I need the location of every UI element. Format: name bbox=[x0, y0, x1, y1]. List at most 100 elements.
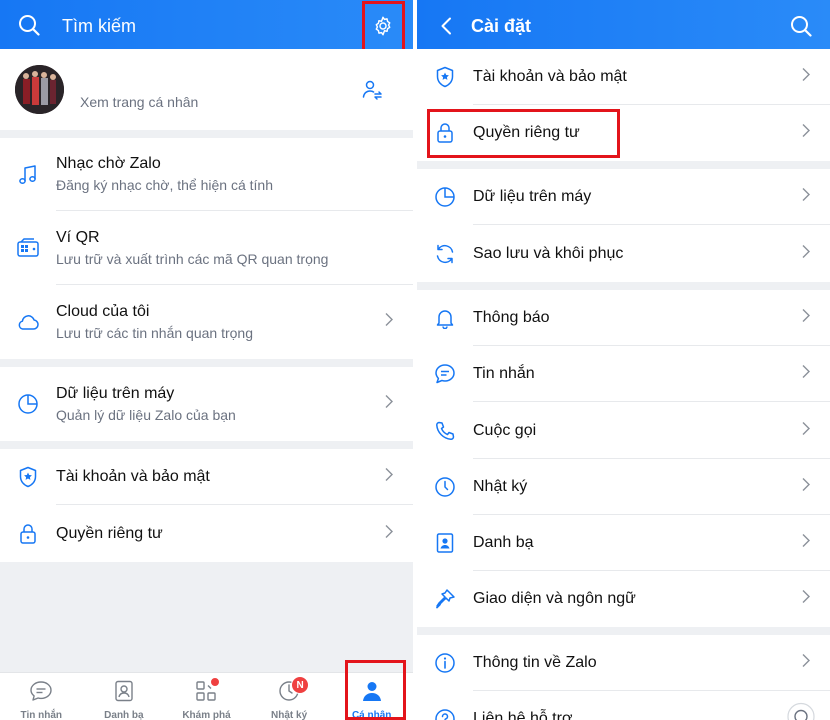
chevron-right-icon bbox=[802, 68, 810, 87]
nav-label: Nhật ký bbox=[271, 710, 308, 720]
nav-label: Danh bạ bbox=[104, 710, 144, 720]
chevron-right-icon bbox=[802, 124, 810, 143]
settings-item-label: Quyền riêng tư bbox=[473, 124, 580, 141]
settings-item-label: Nhật ký bbox=[473, 478, 528, 495]
chevron-right-icon bbox=[802, 654, 810, 673]
settings-item-label: Tài khoản và bảo mật bbox=[473, 68, 627, 85]
phone-icon bbox=[417, 420, 473, 442]
menu-item-qr-wallet[interactable]: Ví QR Lưu trữ và xuất trình các mã QR qu… bbox=[0, 211, 413, 285]
menu-item-my-cloud[interactable]: Cloud của tôi Lưu trữ các tin nhắn quan … bbox=[0, 285, 413, 359]
nav-label: Khám phá bbox=[182, 710, 231, 720]
nav-tab-contacts[interactable]: Danh bạ bbox=[83, 673, 166, 720]
settings-item-about-zalo[interactable]: Thông tin về Zalo bbox=[417, 635, 830, 691]
switch-account-icon[interactable] bbox=[361, 79, 383, 106]
menu-item-title: Dữ liệu trên máy bbox=[56, 385, 175, 402]
view-profile-link[interactable]: Xem trang cá nhân bbox=[80, 94, 198, 110]
menu-item-subtitle: Đăng ký nhạc chờ, thể hiện cá tính bbox=[56, 176, 273, 193]
profile-screen: Tìm kiếm Xem trang cá nhân Nhạc chờ Zalo… bbox=[0, 0, 413, 720]
page-title: Cài đặt bbox=[471, 16, 532, 36]
settings-item-calls[interactable]: Cuộc gọi bbox=[417, 402, 830, 459]
settings-item-timeline[interactable]: Nhật ký bbox=[417, 459, 830, 515]
settings-top-bar: Cài đặt bbox=[417, 0, 830, 49]
features-section: Nhạc chờ Zalo Đăng ký nhạc chờ, thể hiện… bbox=[0, 138, 413, 359]
shield-icon bbox=[0, 466, 56, 488]
settings-screen: Cài đặt Tài khoản và bảo mật Quyền riêng… bbox=[417, 0, 830, 720]
search-icon[interactable] bbox=[790, 15, 812, 37]
settings-group-data: Dữ liệu trên máy Sao lưu và khôi phục bbox=[417, 169, 830, 282]
support-icon bbox=[417, 708, 473, 720]
settings-group-about: Thông tin về Zalo Liên hệ hỗ trợ bbox=[417, 635, 830, 720]
chat-bubble-support-icon[interactable] bbox=[786, 702, 816, 720]
clock-icon bbox=[417, 476, 473, 498]
chevron-right-icon bbox=[802, 534, 810, 553]
settings-item-privacy[interactable]: Quyền riêng tư bbox=[417, 105, 830, 161]
music-note-icon bbox=[0, 164, 56, 186]
settings-item-device-data[interactable]: Dữ liệu trên máy bbox=[417, 169, 830, 225]
device-data-section: Dữ liệu trên máy Quản lý dữ liệu Zalo củ… bbox=[0, 367, 413, 441]
settings-gear-icon[interactable] bbox=[372, 15, 394, 37]
menu-item-subtitle: Lưu trữ và xuất trình các mã QR quan trọ… bbox=[56, 251, 329, 267]
settings-item-messages[interactable]: Tin nhắn bbox=[417, 346, 830, 402]
settings-group-general: Thông báo Tin nhắn Cuộc gọi Nhật ký Danh… bbox=[417, 290, 830, 627]
settings-item-label: Dữ liệu trên máy bbox=[473, 188, 592, 205]
settings-item-account-security[interactable]: Tài khoản và bảo mật bbox=[417, 49, 830, 105]
shield-icon bbox=[417, 66, 473, 88]
back-arrow-icon[interactable] bbox=[440, 17, 452, 35]
bell-icon bbox=[417, 307, 473, 329]
settings-item-label: Danh bạ bbox=[473, 534, 534, 551]
menu-item-title: Tài khoản và bảo mật bbox=[56, 468, 210, 485]
menu-item-ringtone[interactable]: Nhạc chờ Zalo Đăng ký nhạc chờ, thể hiện… bbox=[0, 138, 413, 211]
nav-tab-profile[interactable]: Cá nhân bbox=[330, 673, 413, 720]
nav-tab-timeline[interactable]: N Nhật ký bbox=[248, 673, 331, 720]
cloud-icon bbox=[0, 313, 56, 331]
menu-item-device-data[interactable]: Dữ liệu trên máy Quản lý dữ liệu Zalo củ… bbox=[0, 367, 413, 441]
chat-icon bbox=[29, 680, 53, 707]
chevron-right-icon bbox=[802, 478, 810, 497]
search-icon[interactable] bbox=[18, 14, 40, 36]
menu-item-title: Nhạc chờ Zalo bbox=[56, 154, 161, 172]
menu-item-subtitle: Quản lý dữ liệu Zalo của bạn bbox=[56, 407, 236, 423]
contacts-book-icon bbox=[417, 532, 473, 554]
settings-item-label: Liên hệ hỗ trợ bbox=[473, 710, 573, 720]
brush-icon bbox=[417, 588, 473, 610]
settings-item-contacts[interactable]: Danh bạ bbox=[417, 515, 830, 571]
settings-item-label: Sao lưu và khôi phục bbox=[473, 244, 624, 262]
menu-item-privacy[interactable]: Quyền riêng tư bbox=[0, 505, 413, 562]
settings-item-contact-support[interactable]: Liên hệ hỗ trợ bbox=[417, 691, 830, 720]
nav-tab-messages[interactable]: Tin nhắn bbox=[0, 673, 83, 720]
notification-dot bbox=[210, 677, 221, 687]
menu-item-title: Cloud của tôi bbox=[56, 303, 150, 320]
chevron-right-icon bbox=[385, 313, 393, 332]
top-bar: Tìm kiếm bbox=[0, 0, 413, 49]
chevron-right-icon bbox=[802, 244, 810, 263]
avatar[interactable] bbox=[15, 65, 64, 114]
qr-wallet-icon bbox=[0, 237, 56, 259]
sync-icon bbox=[417, 243, 473, 265]
nav-label: Cá nhân bbox=[351, 710, 392, 720]
menu-item-title: Quyền riêng tư bbox=[56, 524, 163, 542]
chevron-right-icon bbox=[802, 590, 810, 609]
account-section: Tài khoản và bảo mật Quyền riêng tư bbox=[0, 449, 413, 562]
person-icon bbox=[361, 680, 383, 707]
menu-item-account-security[interactable]: Tài khoản và bảo mật bbox=[0, 449, 413, 505]
menu-item-title: Ví QR bbox=[56, 229, 100, 246]
notification-badge: N bbox=[291, 676, 310, 694]
settings-item-appearance-language[interactable]: Giao diện và ngôn ngữ bbox=[417, 571, 830, 627]
info-icon bbox=[417, 652, 473, 674]
settings-item-label: Giao diện và ngôn ngữ bbox=[473, 590, 636, 607]
settings-item-notifications[interactable]: Thông báo bbox=[417, 290, 830, 346]
nav-tab-discover[interactable]: Khám phá bbox=[165, 673, 248, 720]
settings-item-backup-restore[interactable]: Sao lưu và khôi phục bbox=[417, 225, 830, 282]
nav-label: Tin nhắn bbox=[20, 710, 63, 720]
pie-chart-icon bbox=[417, 186, 473, 208]
profile-card[interactable]: Xem trang cá nhân bbox=[0, 49, 413, 130]
search-input[interactable]: Tìm kiếm bbox=[62, 16, 136, 37]
pie-chart-icon bbox=[0, 393, 56, 415]
settings-group-security: Tài khoản và bảo mật Quyền riêng tư bbox=[417, 49, 830, 161]
chevron-right-icon bbox=[385, 468, 393, 487]
clock-icon: N bbox=[278, 676, 310, 707]
settings-item-label: Cuộc gọi bbox=[473, 421, 537, 439]
settings-item-label: Thông báo bbox=[473, 309, 550, 326]
menu-item-subtitle: Lưu trữ các tin nhắn quan trọng bbox=[56, 325, 253, 341]
chevron-right-icon bbox=[802, 421, 810, 440]
